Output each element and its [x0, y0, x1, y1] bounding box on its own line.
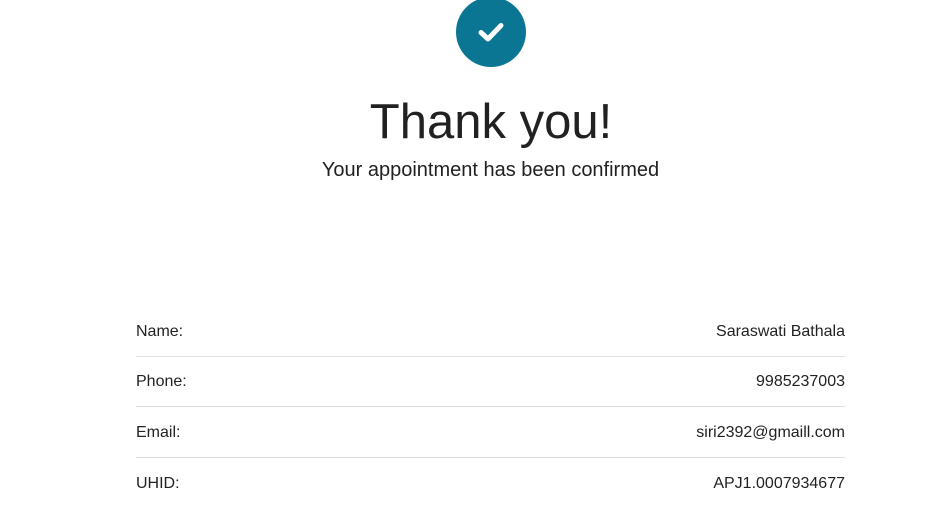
confirmation-subtitle: Your appointment has been confirmed: [321, 159, 660, 181]
appointment-details: Name: Saraswati Bathala Phone: 998523700…: [136, 306, 845, 508]
detail-row-uhid: UHID: APJ1.0007934677: [136, 458, 845, 509]
confirmation-page: Thank you! Your appointment has been con…: [0, 0, 937, 514]
email-label: Email:: [136, 423, 181, 441]
email-value: siri2392@gmaill.com: [696, 423, 845, 441]
name-label: Name:: [136, 322, 184, 340]
uhid-value: APJ1.0007934677: [713, 474, 845, 492]
phone-value: 9985237003: [756, 373, 845, 391]
uhid-label: UHID:: [136, 474, 180, 492]
check-circle-badge: [456, 0, 526, 67]
page-title: Thank you!: [369, 95, 613, 149]
phone-label: Phone:: [136, 373, 187, 391]
name-value: Saraswati Bathala: [716, 322, 845, 340]
detail-row-email: Email: siri2392@gmaill.com: [136, 407, 845, 458]
detail-row-name: Name: Saraswati Bathala: [136, 306, 845, 357]
detail-row-phone: Phone: 9985237003: [136, 357, 845, 407]
check-icon: [478, 23, 504, 42]
